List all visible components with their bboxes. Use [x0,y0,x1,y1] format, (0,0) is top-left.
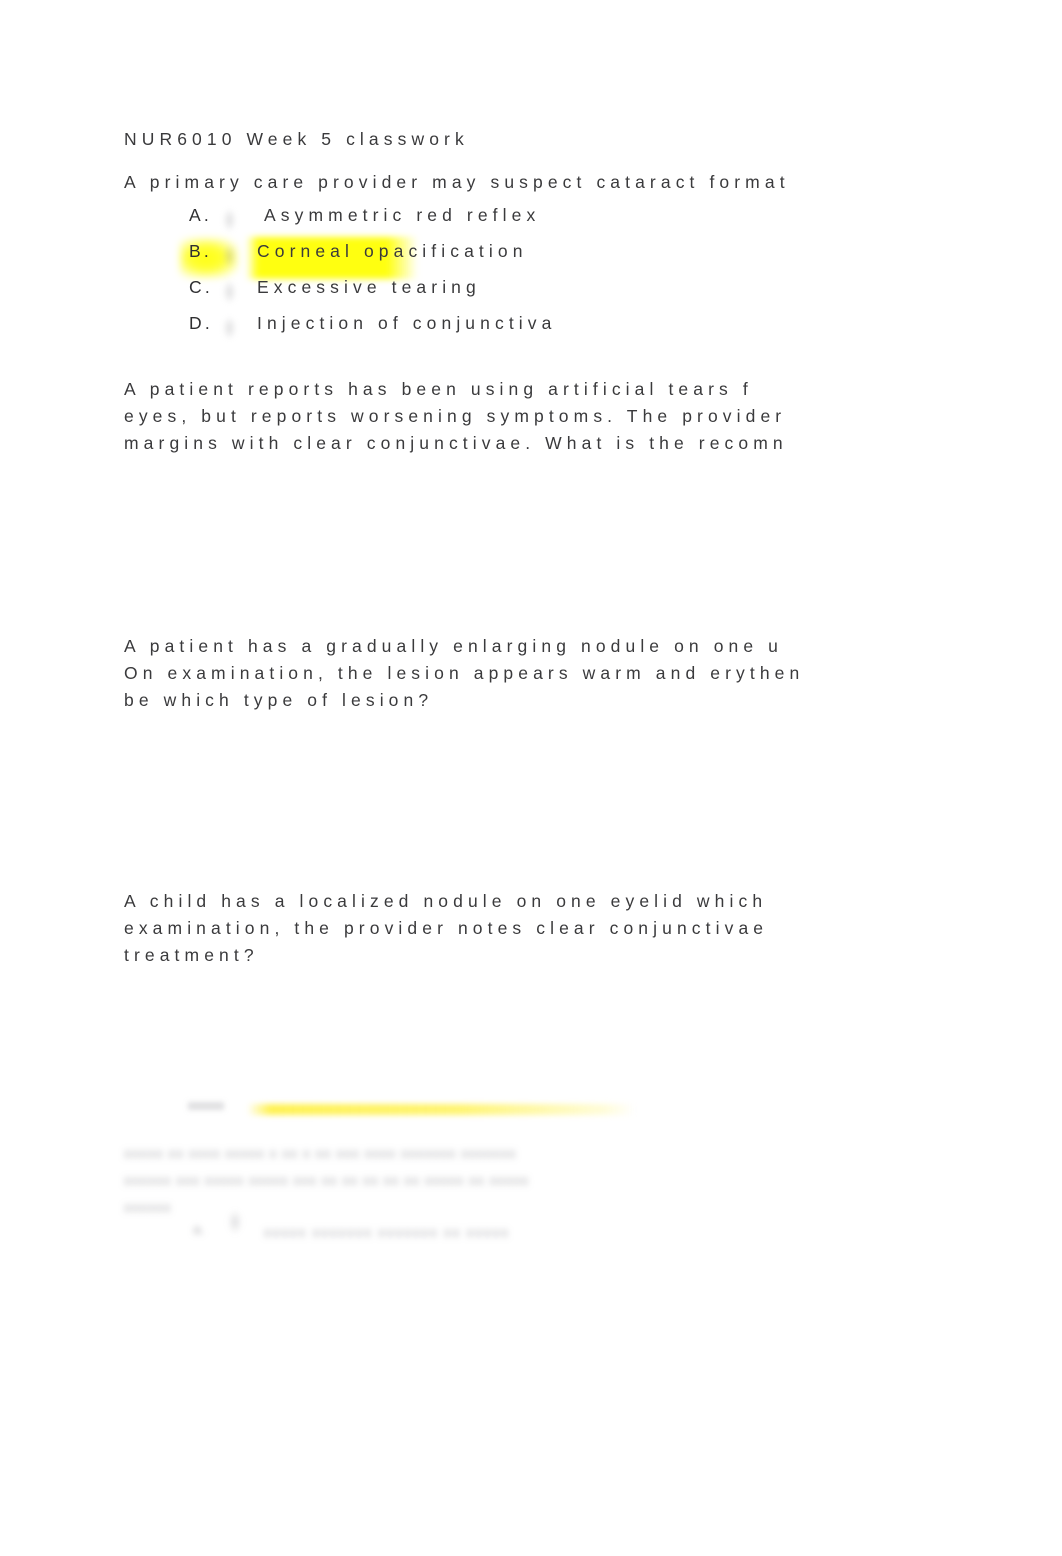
question-1-options: A. Asymmetric red reflex B. Corneal opac… [0,205,1062,349]
question-3-stem-line-3: be which type of lesion? [124,690,434,710]
question-4-stem-line-1: A child has a localized nodule on one ey… [124,891,768,911]
question-3-stem-line-2: On examination, the lesion appears warm … [124,663,805,683]
scan-smudge-icon [223,281,236,303]
option-marker-c: C. [189,277,213,297]
faded-scan-region: xxxxx xx xxxx xxxxx x xx x xx xxx xxxx x… [0,1090,1062,1280]
option-row-a[interactable]: A. Asymmetric red reflex [0,205,1062,241]
question-2-stem-line-1: A patient reports has been using artific… [124,379,753,399]
option-label-d: Injection of conjunctiva [257,313,557,333]
scan-smudge-icon [223,245,236,267]
scan-smudge-icon [223,317,236,339]
option-row-b[interactable]: B. Corneal opacification [0,237,1062,279]
faded-bullet-label: xxxxx xxxxxxx xxxxxxx xx xxxxx [264,1224,510,1240]
question-4-stem-line-2: examination, the provider notes clear co… [124,918,769,938]
question-3-stem: A patient has a gradually enlarging nodu… [124,633,804,714]
question-1-stem: A primary care provider may suspect cata… [124,172,790,192]
option-label-a: Asymmetric red reflex [264,205,541,225]
faded-paragraph-line-3: xxxxxx [124,1199,172,1215]
faded-paragraph-line-2: xxxxxx xxx xxxxx xxxxx xxx xx xx xx xx x… [124,1172,530,1188]
option-label-b: Corneal opacification [257,241,528,261]
document-page: NUR6010 Week 5 classwork A primary care … [0,0,1062,1556]
faded-paragraph-line-1: xxxxx xx xxxx xxxxx x xx x xx xxx xxxx x… [124,1145,517,1161]
faded-bullet-smudge-icon [228,1210,242,1234]
option-marker-a: A. [189,205,212,225]
option-row-d[interactable]: D. Injection of conjunctiva [0,313,1062,349]
scan-smudge-icon [223,209,236,231]
option-marker-d: D. [189,313,213,333]
question-2-stem-line-2: eyes, but reports worsening symptoms. Th… [124,406,787,426]
question-2-stem-line-3: margins with clear conjunctivae. What is… [124,433,788,453]
question-2-stem: A patient reports has been using artific… [124,376,788,457]
option-label-c: Excessive tearing [257,277,481,297]
faded-paragraph: xxxxx xx xxxx xxxxx x xx x xx xxx xxxx x… [124,1142,529,1223]
page-title: NUR6010 Week 5 classwork [124,129,469,149]
question-3-stem-line-1: A patient has a gradually enlarging nodu… [124,636,784,656]
faded-bullet-marker: a. [193,1221,205,1237]
option-row-c[interactable]: C. Excessive tearing [0,277,1062,313]
faded-marker-stub [188,1102,224,1110]
faded-highlight-bar [247,1104,635,1115]
option-marker-b: B. [189,241,212,261]
question-4-stem-line-3: treatment? [124,945,259,965]
question-4-stem: A child has a localized nodule on one ey… [124,888,768,969]
